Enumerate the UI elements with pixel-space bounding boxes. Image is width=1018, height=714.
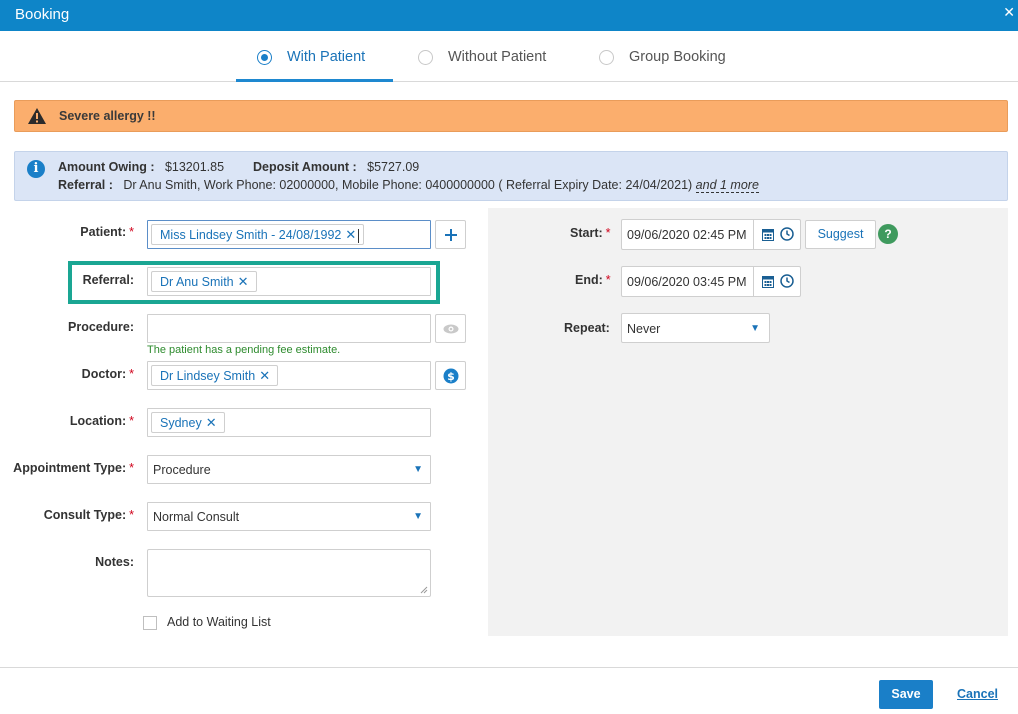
waiting-list-checkbox[interactable]	[143, 616, 157, 630]
deposit-amount-value: $5727.09	[367, 160, 420, 174]
procedure-label: Procedure:	[68, 320, 134, 334]
dropdown-arrow-icon: ▼	[750, 323, 760, 334]
active-mode-underline	[236, 79, 393, 82]
end-datetime-field[interactable]: 09/06/2020 03:45 PM	[621, 266, 801, 297]
radio-group-booking[interactable]	[599, 49, 614, 65]
patient-field[interactable]: Miss Lindsey Smith - 24/08/1992 ✕	[147, 220, 431, 249]
clock-icon[interactable]	[780, 227, 794, 241]
referral-field[interactable]: Dr Anu Smith ✕	[147, 267, 431, 296]
calendar-icon[interactable]	[762, 275, 774, 288]
close-icon[interactable]: ✕	[1003, 4, 1015, 21]
separator	[753, 267, 754, 296]
location-field[interactable]: Sydney ✕	[147, 408, 431, 437]
start-datetime-value: 09/06/2020 02:45 PM	[627, 228, 747, 242]
notes-textarea[interactable]	[147, 549, 431, 597]
amount-owing-label: Amount Owing :	[58, 160, 155, 174]
booking-title-bar: Booking ✕	[0, 0, 1018, 31]
doctor-tag: Dr Lindsey Smith ✕	[151, 365, 279, 386]
footer-divider	[0, 667, 1018, 668]
booking-mode-tabs: With Patient Without Patient Group Booki…	[0, 31, 1018, 82]
mode-without-patient-label: Without Patient	[448, 49, 547, 65]
more-referrals-link[interactable]: and 1 more	[695, 178, 759, 193]
referral-info-label: Referral :	[58, 178, 113, 192]
save-button[interactable]: Save	[879, 680, 933, 709]
view-procedure-button[interactable]	[435, 314, 466, 343]
appointment-type-value: Procedure	[153, 463, 211, 477]
dropdown-arrow-icon: ▼	[413, 464, 423, 475]
location-tag: Sydney ✕	[151, 412, 225, 433]
separator	[753, 220, 754, 249]
doctor-fee-button[interactable]: $	[435, 361, 466, 390]
patient-tag: Miss Lindsey Smith - 24/08/1992 ✕	[151, 224, 365, 245]
text-caret	[358, 229, 359, 243]
patient-label: Patient: *	[80, 225, 134, 239]
dialog-title: Booking	[15, 6, 70, 23]
dropdown-arrow-icon: ▼	[413, 511, 423, 522]
help-icon[interactable]: ?	[878, 224, 898, 244]
doctor-label: Doctor: *	[81, 367, 134, 381]
pending-fee-hint: The patient has a pending fee estimate.	[147, 344, 341, 356]
remove-patient-icon[interactable]: ✕	[345, 227, 356, 242]
start-label: Start: *	[570, 226, 611, 240]
allergy-alert-text: Severe allergy !!	[59, 109, 156, 123]
doctor-field[interactable]: Dr Lindsey Smith ✕	[147, 361, 431, 390]
consult-type-select[interactable]: Normal Consult ▼	[147, 502, 431, 531]
plus-icon	[444, 228, 457, 241]
referral-tag: Dr Anu Smith ✕	[151, 271, 257, 292]
consult-type-label: Consult Type: *	[43, 508, 134, 522]
referral-label: Referral:	[82, 273, 134, 287]
repeat-label: Repeat:	[564, 321, 610, 335]
start-datetime-field[interactable]: 09/06/2020 02:45 PM	[621, 219, 801, 250]
consult-type-value: Normal Consult	[153, 510, 240, 524]
mode-group-booking-label: Group Booking	[629, 49, 726, 65]
cancel-link[interactable]: Cancel	[957, 687, 998, 701]
deposit-amount-label: Deposit Amount :	[253, 160, 357, 174]
mode-with-patient-label: With Patient	[287, 49, 366, 65]
radio-without-patient[interactable]	[418, 49, 433, 65]
location-label: Location: *	[69, 414, 134, 428]
remove-doctor-icon[interactable]: ✕	[259, 368, 270, 383]
procedure-field[interactable]	[147, 314, 431, 343]
eye-icon	[443, 324, 458, 333]
notes-label: Notes:	[95, 555, 134, 569]
add-patient-button[interactable]	[435, 220, 466, 249]
clock-icon[interactable]	[780, 274, 794, 288]
account-info-alert: i Amount Owing : $13201.85 Deposit Amoun…	[14, 151, 1008, 201]
mode-with-patient[interactable]: With Patient	[257, 49, 365, 65]
remove-referral-icon[interactable]: ✕	[238, 274, 249, 289]
referral-info-text: Dr Anu Smith, Work Phone: 02000000, Mobi…	[123, 178, 693, 192]
allergy-alert: Severe allergy !!	[14, 100, 1008, 132]
end-datetime-value: 09/06/2020 03:45 PM	[627, 275, 747, 289]
calendar-icon[interactable]	[762, 228, 774, 241]
suggest-button[interactable]: Suggest	[805, 220, 876, 249]
dollar-icon: $	[443, 368, 458, 383]
mode-group-booking[interactable]: Group Booking	[599, 49, 726, 65]
amounts-line: Amount Owing : $13201.85 Deposit Amount …	[58, 160, 419, 174]
resize-grip-icon[interactable]	[420, 586, 428, 594]
repeat-value: Never	[627, 322, 661, 336]
amount-owing-value: $13201.85	[164, 160, 225, 174]
end-label: End: *	[575, 273, 611, 287]
mode-without-patient[interactable]: Without Patient	[418, 49, 546, 65]
svg-text:$: $	[447, 370, 455, 383]
info-icon: i	[27, 160, 45, 178]
radio-with-patient[interactable]	[257, 49, 272, 65]
waiting-list-label: Add to Waiting List	[167, 615, 271, 629]
appointment-type-select[interactable]: Procedure ▼	[147, 455, 431, 484]
referral-info-line: Referral : Dr Anu Smith, Work Phone: 020…	[58, 178, 759, 193]
appointment-type-label: Appointment Type: *	[13, 461, 134, 475]
warning-triangle-icon	[28, 108, 46, 124]
remove-location-icon[interactable]: ✕	[206, 415, 217, 430]
repeat-select[interactable]: Never ▼	[621, 313, 770, 343]
